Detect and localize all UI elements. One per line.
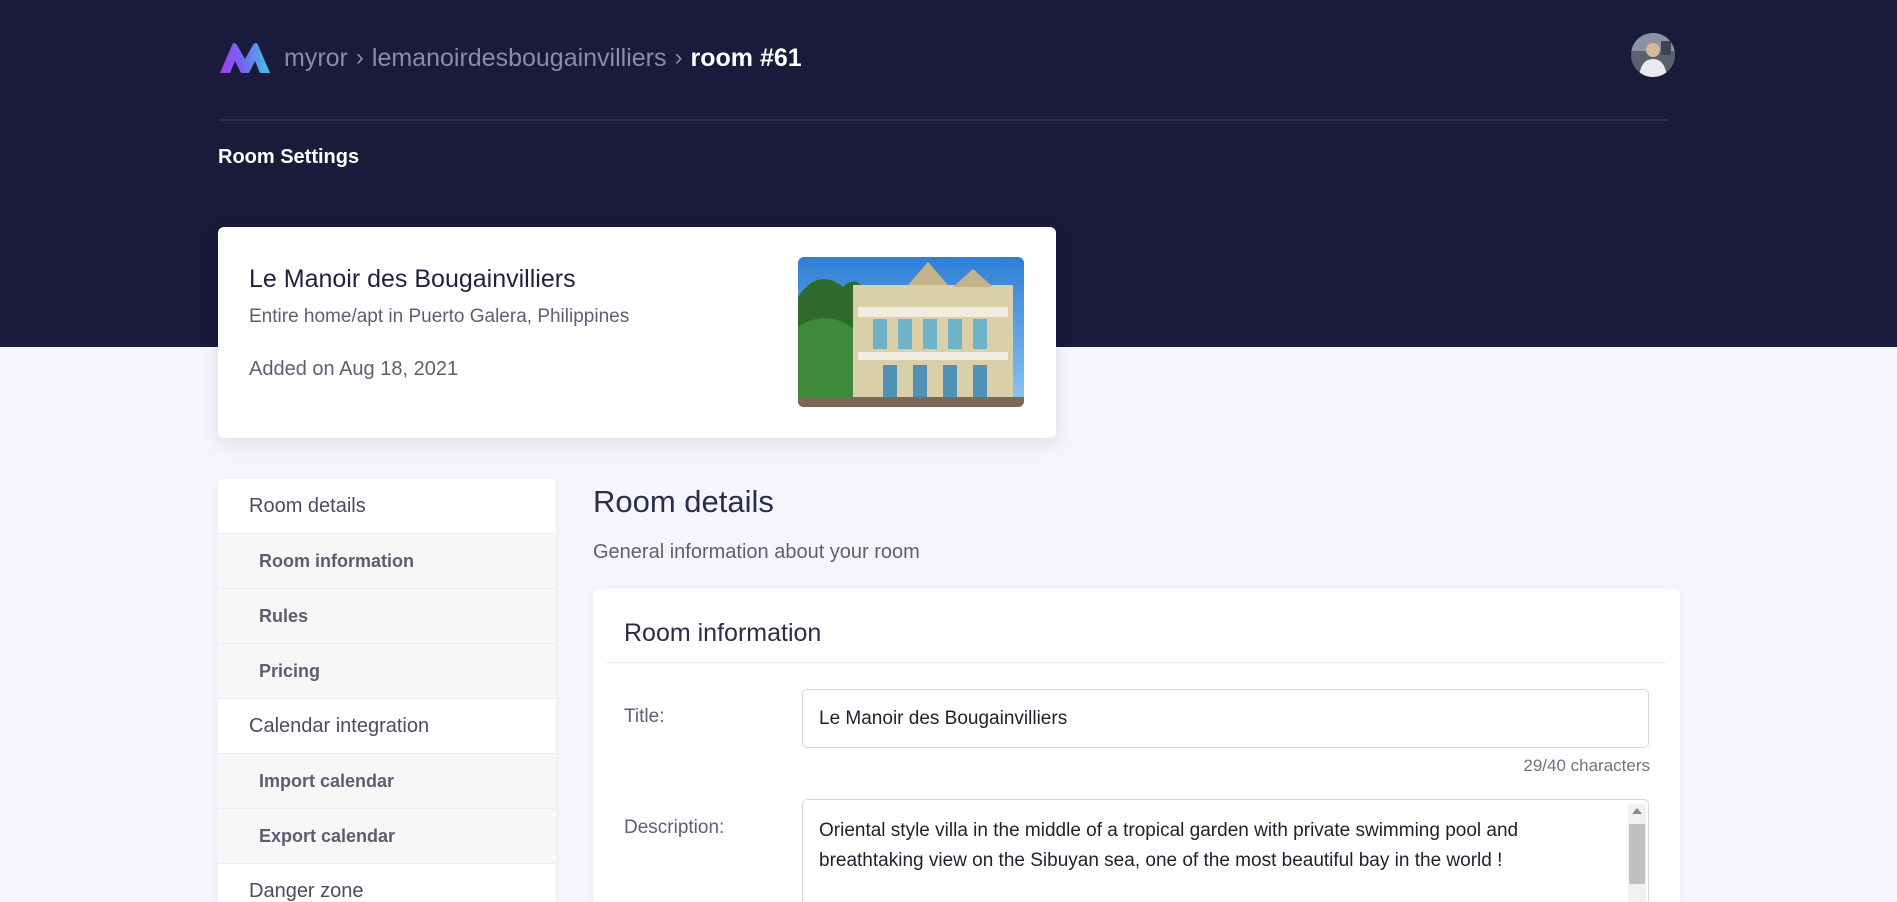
description-textarea[interactable]: Oriental style villa in the middle of a … <box>802 799 1649 902</box>
card-divider <box>605 662 1667 663</box>
breadcrumb-separator: › <box>674 44 683 71</box>
title-input[interactable]: Le Manoir des Bougainvilliers <box>802 689 1649 748</box>
main-title: Room details <box>593 484 774 519</box>
sidebar-section-calendar-integration[interactable]: Calendar integration <box>218 699 556 754</box>
header-divider <box>218 119 1668 121</box>
main-subtitle: General information about your room <box>593 541 920 563</box>
sidebar-item-room-information[interactable]: Room information <box>218 534 556 589</box>
sidebar-item-rules[interactable]: Rules <box>218 589 556 644</box>
breadcrumb-item-property[interactable]: lemanoirdesbougainvilliers › <box>372 44 691 73</box>
room-added-date: Added on Aug 18, 2021 <box>249 358 459 380</box>
textarea-scrollbar[interactable] <box>1628 804 1646 902</box>
room-information-card: Room information Title: Le Manoir des Bo… <box>593 589 1680 902</box>
card-title: Room information <box>624 619 822 647</box>
breadcrumb-item-org[interactable]: myror › <box>284 44 372 73</box>
room-summary-card: Le Manoir des Bougainvilliers Entire hom… <box>218 227 1056 438</box>
sidebar-item-export-calendar[interactable]: Export calendar <box>218 809 556 864</box>
room-subtitle: Entire home/apt in Puerto Galera, Philip… <box>249 306 630 327</box>
breadcrumb-current: room #61 <box>690 43 802 72</box>
sidebar-item-pricing[interactable]: Pricing <box>218 644 556 699</box>
breadcrumb-separator: › <box>355 44 364 71</box>
logo-icon[interactable] <box>218 41 272 75</box>
avatar[interactable] <box>1631 33 1675 77</box>
scroll-up-arrow-icon[interactable] <box>1632 808 1642 814</box>
sidebar-section-danger-zone[interactable]: Danger zone <box>218 864 556 902</box>
title-char-count: 29/40 characters <box>1523 756 1650 775</box>
description-text: Oriental style villa in the middle of a … <box>819 820 1519 871</box>
sidebar-section-room-details[interactable]: Room details <box>218 479 556 534</box>
settings-sidebar: Room details Room information Rules Pric… <box>218 479 556 902</box>
page-section-title: Room Settings <box>218 146 360 168</box>
sidebar-item-import-calendar[interactable]: Import calendar <box>218 754 556 809</box>
room-photo <box>798 257 1024 407</box>
description-label: Description: <box>624 817 725 838</box>
room-title: Le Manoir des Bougainvilliers <box>249 265 576 293</box>
scroll-thumb[interactable] <box>1629 824 1645 884</box>
top-navigation: myror › lemanoirdesbougainvilliers › roo… <box>218 30 802 86</box>
title-label: Title: <box>624 706 665 727</box>
